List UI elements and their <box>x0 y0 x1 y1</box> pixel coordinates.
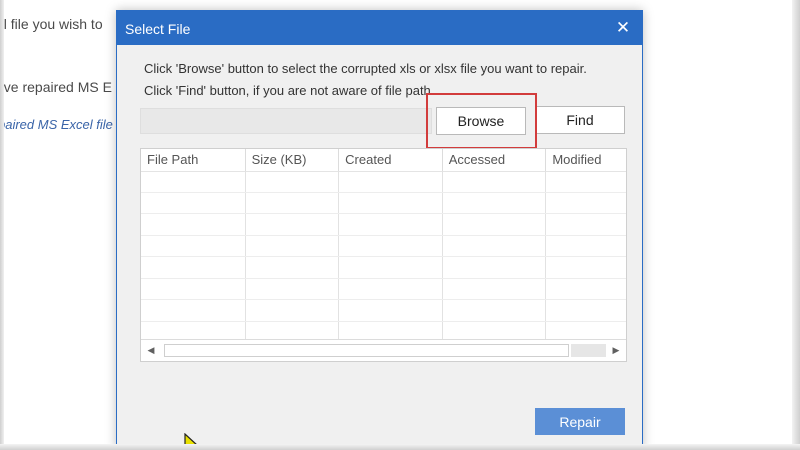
select-file-dialog: Select File ✕ Click 'Browse' button to s… <box>116 10 643 450</box>
instruction-browse: Click 'Browse' button to select the corr… <box>144 61 587 76</box>
table-row <box>141 300 626 322</box>
file-list-table[interactable]: File Path Size (KB) Created Accessed Mod… <box>140 148 627 362</box>
column-header-size[interactable]: Size (KB) <box>246 149 340 171</box>
background-text-line-3: paired MS Excel file <box>0 117 113 132</box>
file-path-field[interactable] <box>140 108 432 134</box>
column-header-file-path[interactable]: File Path <box>141 149 246 171</box>
instruction-find: Click 'Find' button, if you are not awar… <box>144 83 435 98</box>
column-header-accessed[interactable]: Accessed <box>443 149 547 171</box>
column-header-modified[interactable]: Modified <box>546 149 626 171</box>
background-text-line-2: ave repaired MS E <box>0 79 112 95</box>
scroll-track[interactable] <box>161 344 606 357</box>
find-button[interactable]: Find <box>535 106 625 134</box>
background-text-line-1: el file you wish to <box>0 16 103 32</box>
close-icon: ✕ <box>615 18 631 37</box>
frame-border-bottom <box>0 444 800 450</box>
arrow-right-icon[interactable]: ▶ <box>606 340 626 361</box>
browse-highlight-box <box>426 93 537 149</box>
scroll-track-empty <box>571 344 606 357</box>
repair-button[interactable]: Repair <box>535 408 625 435</box>
table-row <box>141 278 626 300</box>
table-header: File Path Size (KB) Created Accessed Mod… <box>141 149 626 172</box>
column-header-created[interactable]: Created <box>339 149 443 171</box>
screen: el file you wish to ave repaired MS E pa… <box>0 0 800 450</box>
table-row <box>141 214 626 236</box>
frame-border-right <box>792 0 800 450</box>
table-row <box>141 257 626 279</box>
table-row <box>141 192 626 214</box>
frame-border-left <box>0 0 4 450</box>
table-body <box>141 171 626 343</box>
close-button[interactable]: ✕ <box>610 15 636 41</box>
arrow-left-icon[interactable]: ◀ <box>141 340 161 361</box>
dialog-titlebar: Select File ✕ <box>117 11 642 45</box>
horizontal-scrollbar[interactable]: ◀ ▶ <box>141 339 626 361</box>
dialog-title: Select File <box>125 21 191 37</box>
scroll-thumb[interactable] <box>164 344 569 357</box>
table-row <box>141 171 626 193</box>
table-row <box>141 235 626 257</box>
